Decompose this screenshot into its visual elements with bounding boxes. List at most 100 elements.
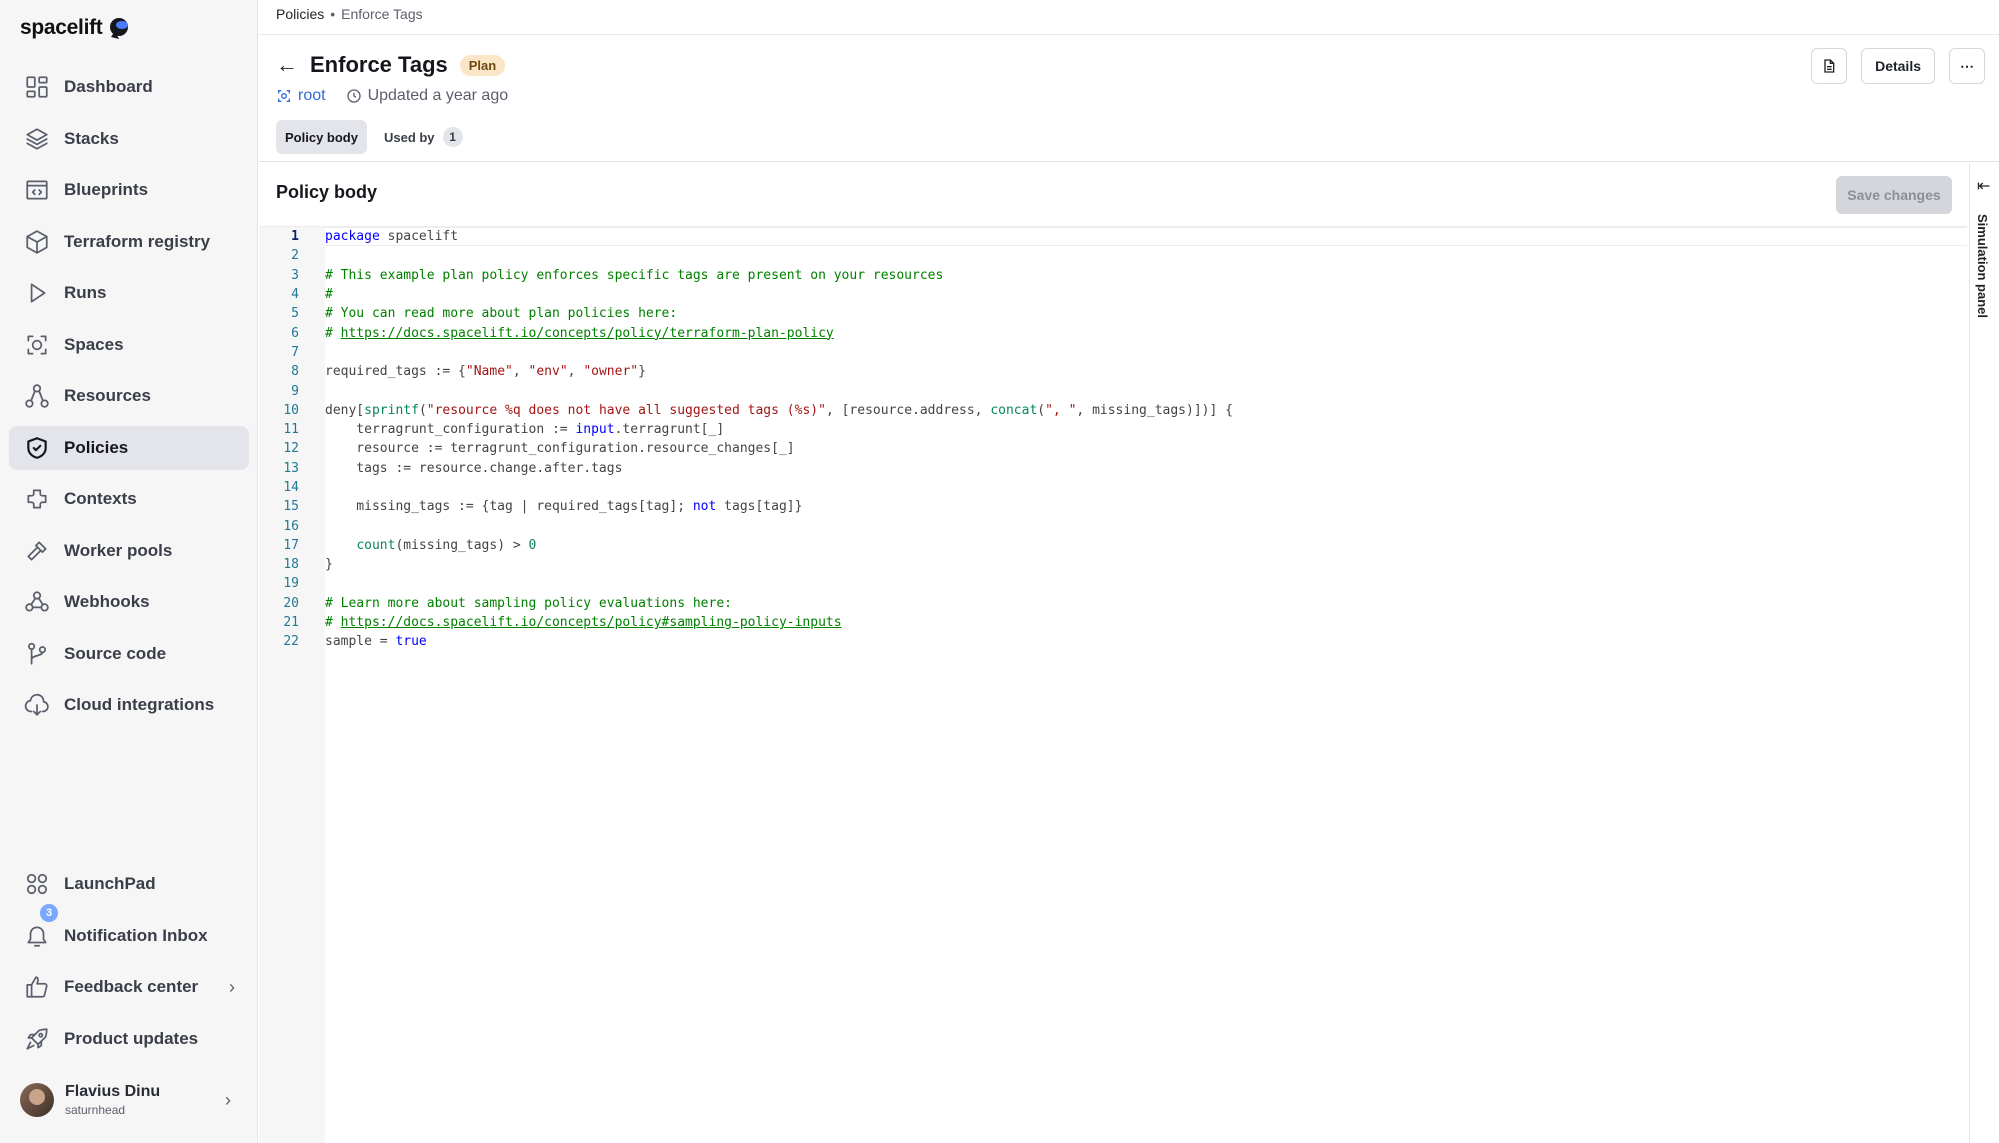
tab-used-by[interactable]: Used by 1 [375,120,472,154]
breadcrumb-separator: • [330,6,336,22]
sidebar-item-webhooks[interactable]: Webhooks [9,580,249,624]
code-line[interactable]: 1 package spacelift [291,227,1967,247]
tab-policy-body[interactable]: Policy body [276,120,367,154]
details-button[interactable]: Details [1861,48,1935,84]
code-line[interactable]: 20 # Learn more about sampling policy eva… [283,594,1967,613]
title-row: ← Enforce Tags Plan [276,52,506,78]
line-number: 12 [283,441,299,457]
sidebar-item-notification-inbox[interactable]: 3 Notification Inbox [9,903,249,958]
code-line[interactable]: 13 tags := resource.change.after.tags [283,459,1967,478]
save-changes-button[interactable]: Save changes [1836,176,1952,214]
logo-text: spacelift [20,16,103,39]
line-number: 19 [283,576,299,592]
code-line[interactable]: 7 [291,343,1967,362]
breadcrumb: Policies • Enforce Tags [276,6,423,22]
sidebar-item-dashboard[interactable]: Dashboard [9,65,249,109]
code-text: terragrunt_configuration := input.terrag… [325,422,725,438]
code-editor[interactable]: 1 package spacelift 2 3 # This example plan … [259,226,1967,1143]
code-line[interactable]: 10 deny[sprintf("resource %q does not hav… [283,401,1967,420]
code-line[interactable]: 3 # This example plan policy enforces spe… [291,266,1967,285]
space-name: root [298,87,326,104]
code-line[interactable]: 4 # [291,285,1967,304]
code-text: } [325,557,333,573]
clock-icon [346,89,361,103]
sidebar-item-label: Terraform registry [64,231,211,251]
spacelift-logo[interactable]: spacelift [20,10,135,46]
code-line[interactable]: 16 [283,516,1967,535]
document-button[interactable] [1811,48,1848,84]
code-line[interactable]: 9 [291,381,1967,400]
chevron-right-icon: › [229,976,235,997]
sidebar-item-contexts[interactable]: Contexts [9,477,249,521]
line-number: 10 [283,402,299,418]
code-line[interactable]: 12 resource := terragrunt_configuration.… [283,439,1967,458]
back-arrow-icon[interactable]: ← [276,52,298,78]
runs-icon [24,280,50,306]
sidebar-item-label: Runs [64,283,107,302]
user-menu[interactable]: Flavius Dinu saturnhead › [20,1080,245,1120]
code-text: required_tags := {"Name", "env", "owner"… [325,364,646,380]
sidebar-item-stacks[interactable]: Stacks [9,117,249,161]
code-text: sample = true [325,634,427,650]
sidebar-item-label: Dashboard [64,77,153,96]
line-number: 13 [283,460,299,476]
code-line[interactable]: 15 missing_tags := {tag | required_tags[… [283,497,1967,516]
simulation-panel-rail[interactable]: ⇤ Simulation panel [1969,164,1999,1143]
sidebar-bottom-nav: LaunchPad 3 Notification Inbox Feedback … [9,862,249,1068]
stacks-icon [24,126,50,152]
blueprints-icon [24,177,50,203]
line-number: 2 [291,248,299,264]
chevron-right-icon: › [225,1089,231,1110]
updated-info: Updated a year ago [346,87,509,105]
code-text: count(missing_tags) > 0 [356,537,537,553]
space-link[interactable]: root [276,87,326,105]
sidebar-item-cloud-integrations[interactable]: Cloud integrations [9,683,249,727]
code-line[interactable]: 11 terragrunt_configuration := input.ter… [283,420,1967,439]
line-number: 9 [291,383,299,399]
code-line[interactable]: 18} [283,555,1967,574]
thumbs-up-icon [24,974,50,1000]
code-line[interactable]: 2 [291,246,1967,265]
expand-panel-icon[interactable]: ⇤ [1977,176,1990,196]
sidebar: spacelift Dashboard Stacks Blueprints Te… [0,0,258,1143]
simulation-panel-label: Simulation panel [1975,214,1990,319]
code-line[interactable]: 17 count(missing_tags) > 0 [283,536,1967,555]
code-line[interactable]: 19 [283,574,1967,593]
divider [259,161,1999,162]
code-line[interactable]: 22 sample = true [283,632,1967,651]
code-line[interactable]: 8 required_tags := {"Name", "env", "owner… [291,362,1967,381]
sidebar-item-blueprints[interactable]: Blueprints [9,168,249,212]
sidebar-item-runs[interactable]: Runs [9,271,249,315]
code-text: # Learn more about sampling policy evalu… [325,595,732,611]
code-line[interactable]: 5 # You can read more about plan policies… [291,304,1967,323]
sidebar-item-spaces[interactable]: Spaces [9,323,249,367]
breadcrumb-policies-link[interactable]: Policies [276,6,324,22]
dashboard-icon [24,74,50,100]
updated-text: Updated a year ago [367,87,509,104]
sidebar-item-feedback-center[interactable]: Feedback center › [9,965,249,1009]
space-icon [278,90,290,102]
rocket-icon [24,1026,50,1052]
sidebar-item-policies[interactable]: Policies [9,425,249,470]
sidebar-item-resources[interactable]: Resources [9,374,249,418]
tab-label: Used by [383,129,435,145]
sidebar-item-label: LaunchPad [64,874,156,893]
source-code-icon [24,641,50,667]
code-content[interactable]: 1 package spacelift 2 3 # This example plan … [283,227,1967,652]
sidebar-item-terraform-registry[interactable]: Terraform registry [9,220,249,264]
code-text: resource := terragrunt_configuration.res… [325,441,795,457]
sidebar-item-label: Policies [64,437,129,457]
sidebar-item-source-code[interactable]: Source code [9,632,249,676]
sidebar-item-launchpad[interactable]: LaunchPad [9,862,249,906]
code-text: # https://docs.spacelift.io/concepts/pol… [325,325,834,341]
sidebar-item-worker-pools[interactable]: Worker pools [9,529,249,573]
sidebar-item-label: Notification Inbox [64,925,208,945]
line-number: 4 [291,287,299,303]
code-line[interactable]: 6 # https://docs.spacelift.io/concepts/po… [291,323,1967,342]
code-line[interactable]: 21 # https://docs.spacelift.io/concepts/p… [283,613,1967,632]
more-options-button[interactable]: ⋯ [1949,48,1985,84]
line-number: 18 [283,557,299,573]
line-number: 22 [283,634,299,650]
sidebar-item-product-updates[interactable]: Product updates [9,1017,249,1061]
code-line[interactable]: 14 [283,478,1967,497]
